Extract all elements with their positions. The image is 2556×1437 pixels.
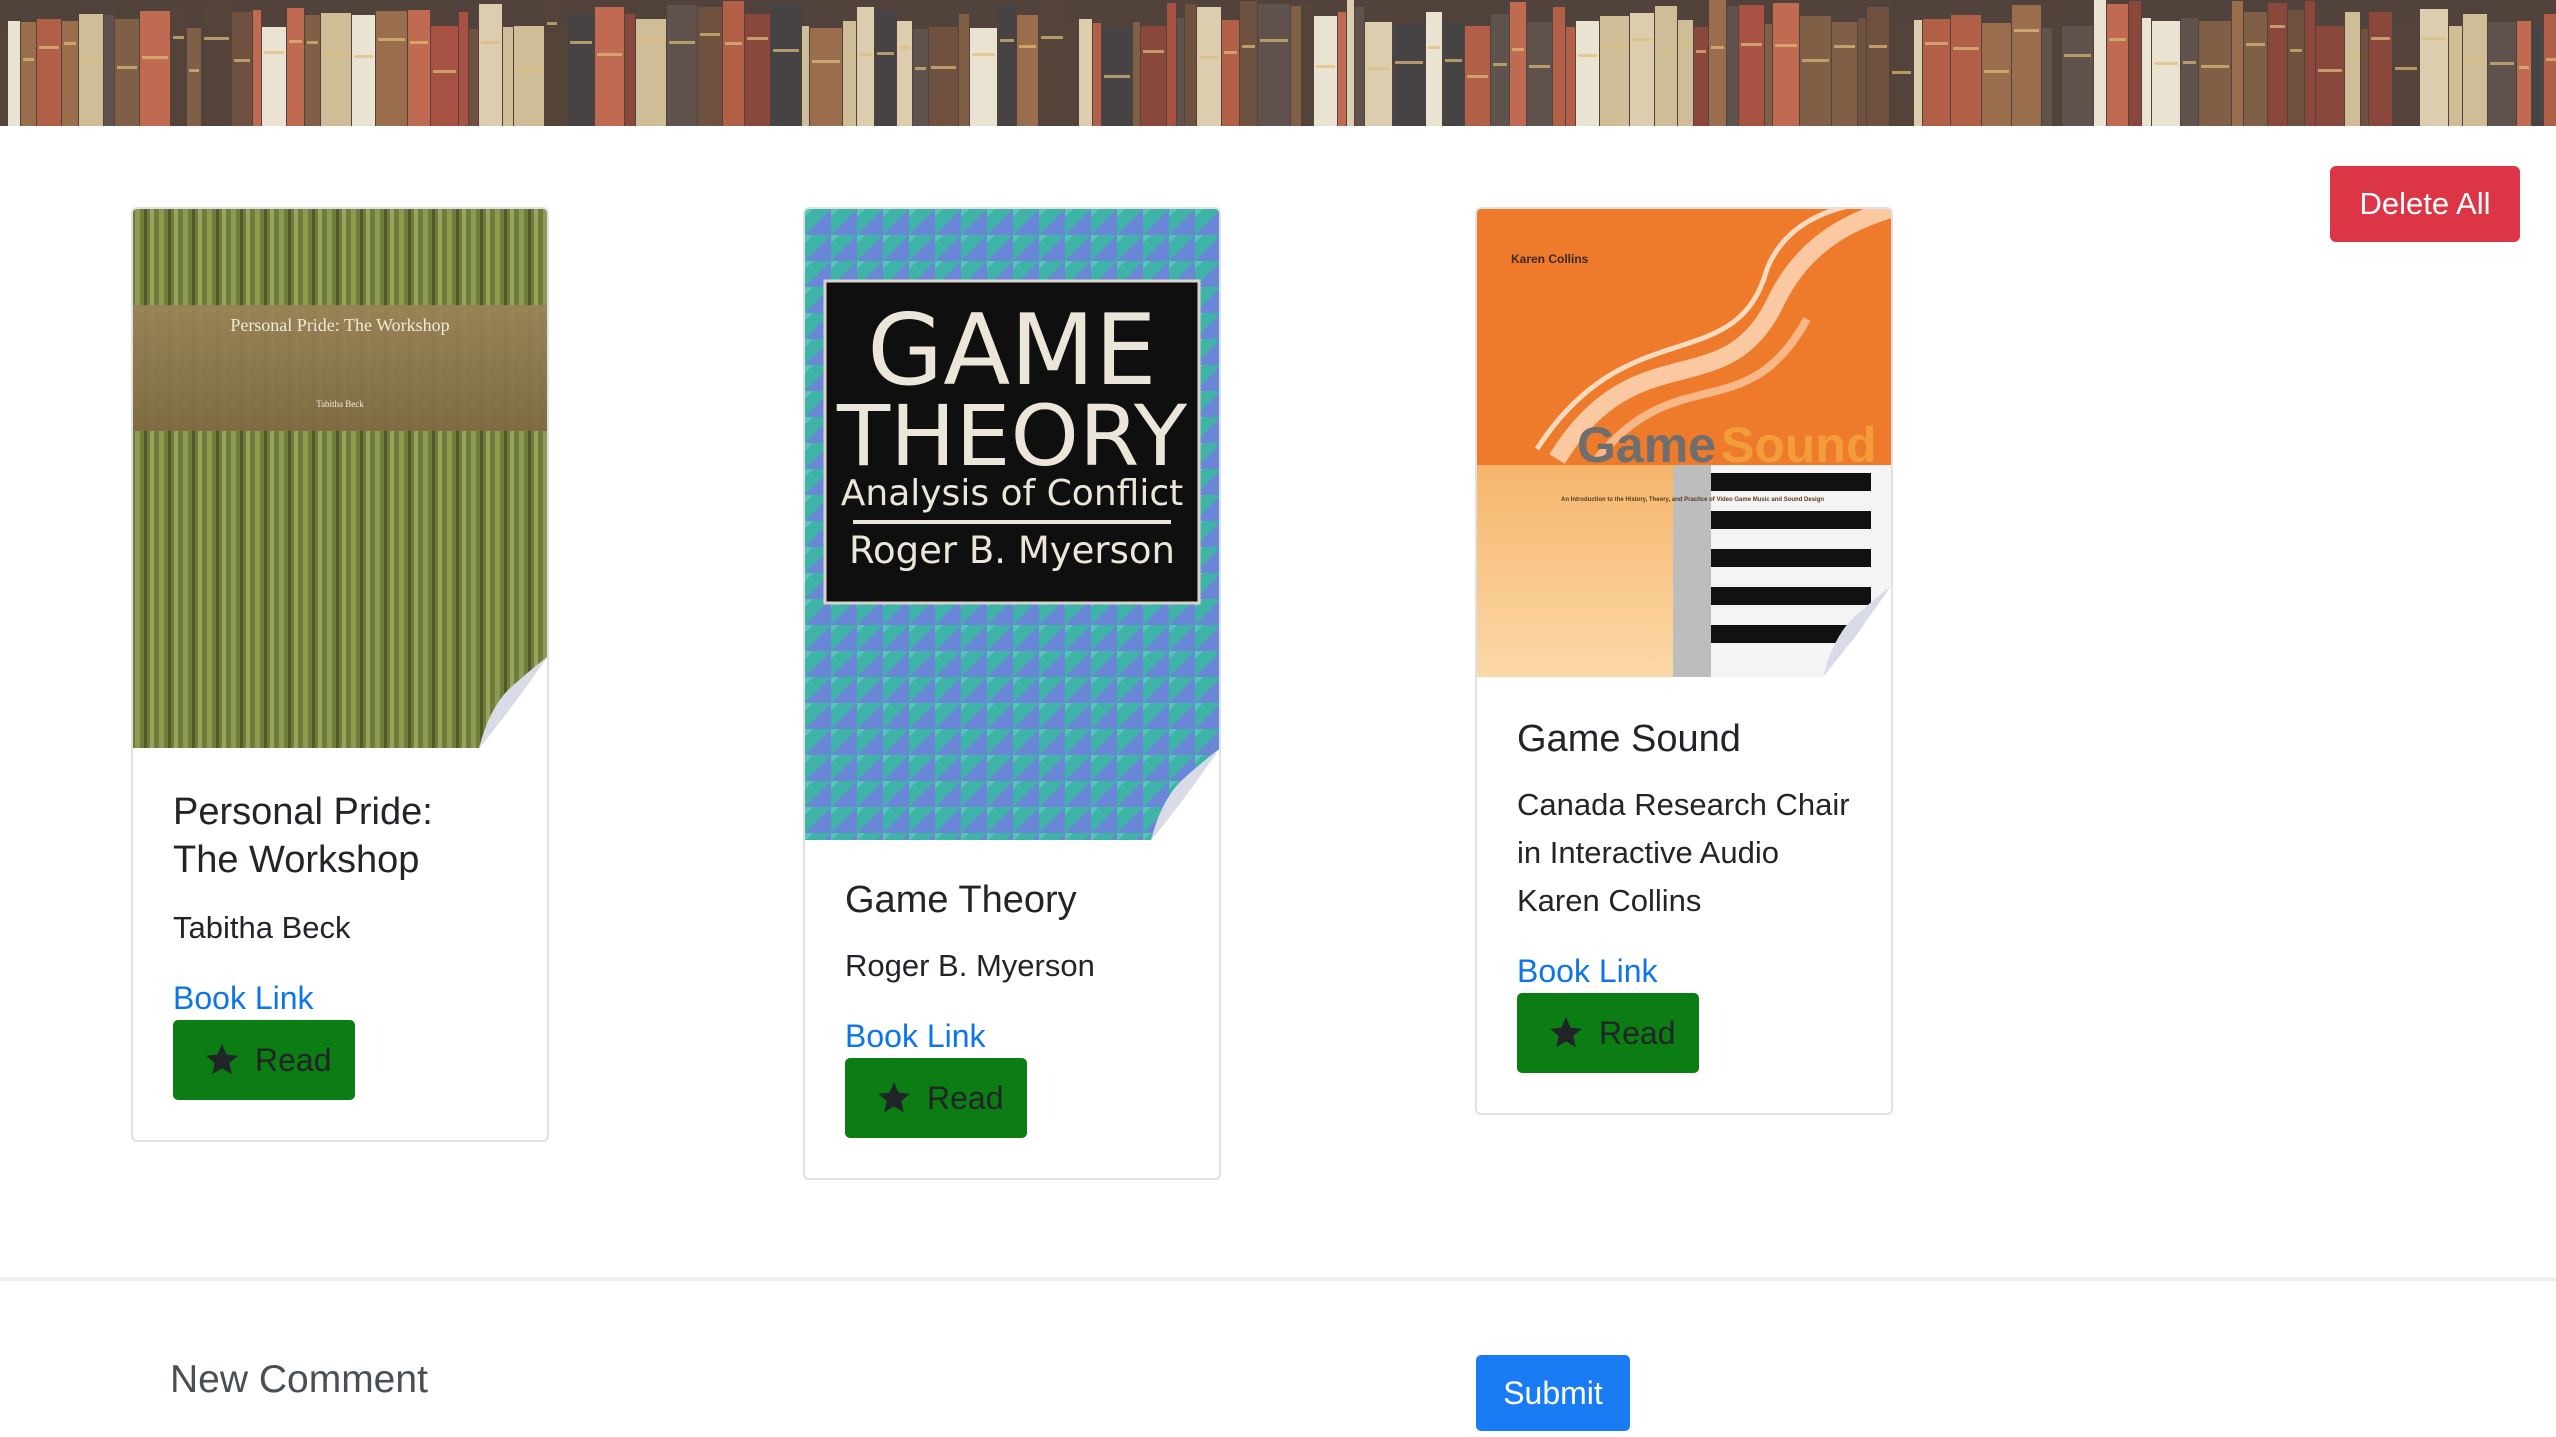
star-icon xyxy=(1550,1017,1582,1048)
bookshelf-banner xyxy=(0,0,2556,126)
new-comment-label: New Comment xyxy=(170,1358,428,1401)
svg-text:Analysis of Conflict: Analysis of Conflict xyxy=(841,473,1183,514)
section-divider xyxy=(0,1277,2556,1281)
star-icon xyxy=(206,1044,238,1075)
svg-text:An Introduction to the History: An Introduction to the History, Theory, … xyxy=(1561,497,1824,503)
book-author: Tabitha Beck xyxy=(173,910,351,945)
book-title: Game Theory xyxy=(845,879,1077,921)
book-cover-image: GAME THEORY Analysis of Conflict Roger B… xyxy=(805,209,1219,840)
read-button[interactable]: Read xyxy=(173,1020,355,1100)
read-button[interactable]: Read xyxy=(845,1058,1027,1138)
book-cover-image: Personal Pride: The Workshop Tabitha Bec… xyxy=(133,209,547,748)
svg-text:Roger B. Myerson: Roger B. Myerson xyxy=(849,529,1175,572)
svg-text:Personal Pride: The Workshop: Personal Pride: The Workshop xyxy=(230,315,449,335)
book-cover-image: Karen Collins Game Sound An Introduction… xyxy=(1477,209,1891,677)
read-label: Read xyxy=(927,1079,1004,1116)
book-card: Karen Collins Game Sound An Introduction… xyxy=(1475,207,1893,1115)
svg-text:Sound: Sound xyxy=(1721,417,1877,473)
read-label: Read xyxy=(1599,1014,1676,1051)
read-button[interactable]: Read xyxy=(1517,993,1699,1073)
book-author: Roger B. Myerson xyxy=(845,948,1095,983)
svg-text:Tabitha Beck: Tabitha Beck xyxy=(316,399,364,409)
book-link[interactable]: Book Link xyxy=(1517,951,1851,991)
delete-all-button[interactable]: Delete All xyxy=(2330,166,2520,242)
book-title: Personal Pride: The Workshop xyxy=(173,791,433,881)
svg-text:Karen Collins: Karen Collins xyxy=(1511,252,1589,266)
svg-text:THEORY: THEORY xyxy=(836,387,1188,485)
svg-text:Game: Game xyxy=(1577,417,1716,473)
book-card: Personal Pride: The Workshop Tabitha Bec… xyxy=(131,207,549,1142)
book-link[interactable]: Book Link xyxy=(173,978,507,1018)
book-author: Canada Research Chair in Interactive Aud… xyxy=(1517,787,1850,918)
submit-button[interactable]: Submit xyxy=(1476,1355,1630,1431)
read-label: Read xyxy=(255,1041,332,1078)
star-icon xyxy=(878,1082,910,1113)
book-link[interactable]: Book Link xyxy=(845,1016,1179,1056)
book-title: Game Sound xyxy=(1517,718,1741,760)
book-card: GAME THEORY Analysis of Conflict Roger B… xyxy=(803,207,1221,1180)
